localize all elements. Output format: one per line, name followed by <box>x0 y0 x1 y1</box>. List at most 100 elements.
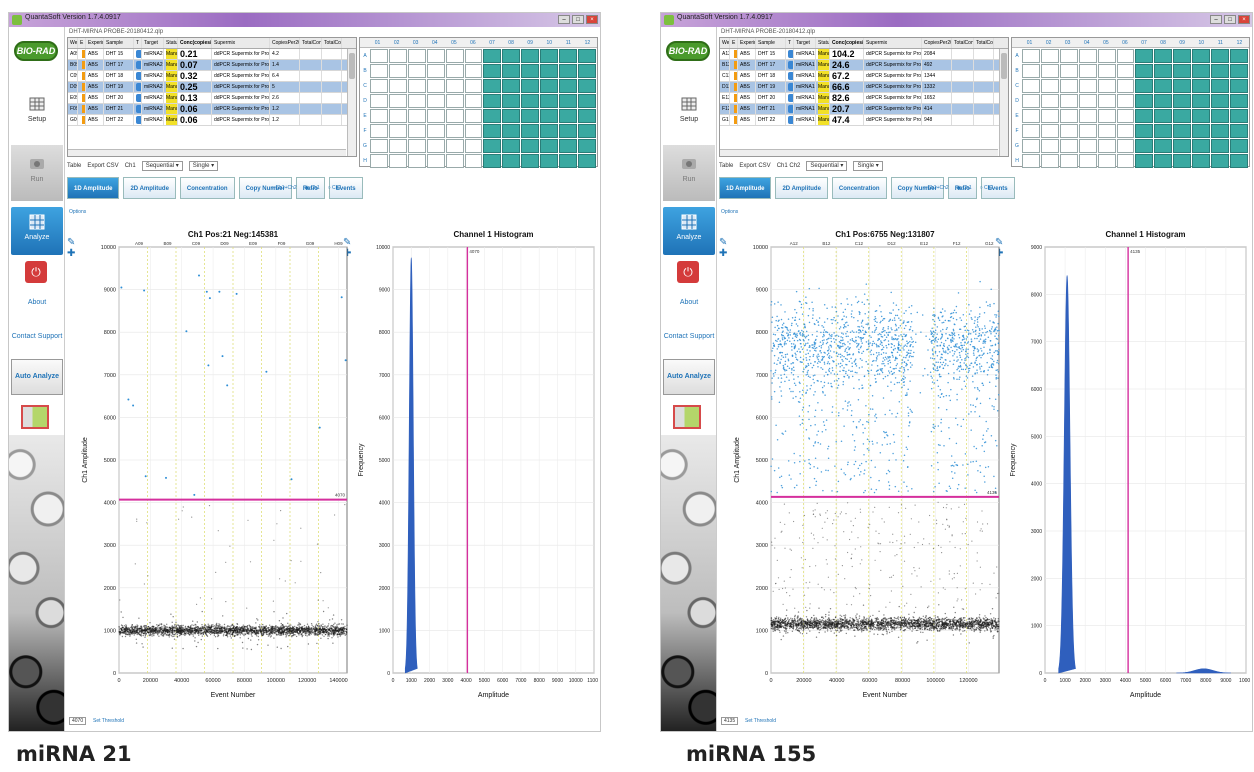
tab-concentration[interactable]: Concentration <box>831 177 887 199</box>
plate-row-label[interactable]: E <box>361 109 369 123</box>
about-link[interactable]: About <box>663 299 715 306</box>
plate-well[interactable] <box>407 139 426 153</box>
plate-well[interactable] <box>1040 139 1059 153</box>
plate-well[interactable] <box>1097 124 1116 138</box>
plate-well[interactable] <box>464 94 483 108</box>
plate-well[interactable] <box>483 94 502 108</box>
minimize-button[interactable]: – <box>558 15 570 24</box>
plate-well[interactable] <box>1230 139 1248 153</box>
channel-radio[interactable]: ○ Ch2 <box>980 185 994 191</box>
plate-well[interactable] <box>1078 49 1097 63</box>
plate-column-label[interactable]: 04 <box>425 38 444 47</box>
channel-radio[interactable]: ○ Ch1+Ch2 <box>271 185 297 191</box>
set-threshold-link[interactable]: Set Threshold <box>93 718 124 724</box>
maximize-button[interactable]: □ <box>1224 15 1236 24</box>
plate-well[interactable] <box>1116 64 1135 78</box>
column-header[interactable]: Target <box>794 38 816 48</box>
plate-well[interactable] <box>559 79 578 93</box>
plate-well[interactable] <box>1022 109 1040 123</box>
plate-well[interactable] <box>445 64 464 78</box>
plate-column-label[interactable]: 02 <box>387 38 406 47</box>
plate-well[interactable] <box>426 64 445 78</box>
threshold-input[interactable]: 4070 <box>69 717 87 725</box>
column-header[interactable]: Status <box>816 38 830 48</box>
table-row[interactable]: C12ABSDHT 18miRNA155Manual67.2ddPCR Supe… <box>720 71 1008 82</box>
plate-well[interactable] <box>426 49 445 63</box>
plate-well[interactable] <box>1059 109 1078 123</box>
plate-well[interactable] <box>483 139 502 153</box>
about-link[interactable]: About <box>11 299 63 306</box>
plate-well[interactable] <box>1135 109 1154 123</box>
plate-well[interactable] <box>1211 94 1230 108</box>
plate-well[interactable] <box>1192 109 1211 123</box>
plate-well[interactable] <box>1192 94 1211 108</box>
plate-well[interactable] <box>540 64 559 78</box>
plate-well[interactable] <box>1022 79 1040 93</box>
plate-well[interactable] <box>1022 64 1040 78</box>
run-button[interactable]: Run <box>11 145 63 201</box>
plate-well[interactable] <box>1097 94 1116 108</box>
plate-well[interactable] <box>1173 109 1192 123</box>
column-header[interactable]: T <box>134 38 142 48</box>
plate-well[interactable] <box>1022 94 1040 108</box>
plate-well[interactable] <box>502 79 521 93</box>
plate-well[interactable] <box>483 49 502 63</box>
plate-well[interactable] <box>559 64 578 78</box>
stop-icon[interactable]: ⏻ <box>677 261 699 283</box>
plate-well[interactable] <box>502 139 521 153</box>
plate-well[interactable] <box>521 109 540 123</box>
plate-well[interactable] <box>370 154 388 168</box>
plate-well[interactable] <box>388 79 407 93</box>
options-link[interactable]: Options <box>721 209 738 215</box>
plate-column-label[interactable]: 08 <box>502 38 521 47</box>
table-row[interactable]: B09ABSDHT 17miRNA21Manual0.07ddPCR Super… <box>68 60 356 71</box>
column-header[interactable]: Target <box>142 38 164 48</box>
plate-well[interactable] <box>578 79 596 93</box>
plate-well[interactable] <box>1059 79 1078 93</box>
contact-support-link[interactable]: Contact Support <box>11 333 63 340</box>
auto-analyze-button[interactable]: Auto Analyze <box>663 359 715 395</box>
column-header[interactable]: E <box>78 38 86 48</box>
plate-well[interactable] <box>1116 94 1135 108</box>
stop-icon[interactable]: ⏻ <box>25 261 47 283</box>
plate-well[interactable] <box>483 64 502 78</box>
plate-column-label[interactable]: 01 <box>1020 38 1039 47</box>
tab-1d-amplitude[interactable]: 1D Amplitude <box>719 177 772 199</box>
plate-column-label[interactable]: 09 <box>521 38 540 47</box>
plate-row-label[interactable]: C <box>1013 79 1021 93</box>
plate-column-label[interactable]: 10 <box>540 38 559 47</box>
close-button[interactable]: × <box>1238 15 1250 24</box>
column-header[interactable]: Well <box>68 38 78 48</box>
plate-well[interactable] <box>1230 94 1248 108</box>
plate-well[interactable] <box>1116 139 1135 153</box>
setup-button[interactable]: Setup <box>663 81 715 141</box>
plate-well[interactable] <box>1059 124 1078 138</box>
plate-well[interactable] <box>1059 64 1078 78</box>
column-header[interactable]: Well <box>720 38 730 48</box>
minimize-button[interactable]: – <box>1210 15 1222 24</box>
layout-icon[interactable] <box>21 405 49 429</box>
plate-well[interactable] <box>559 94 578 108</box>
plate-well[interactable] <box>1230 79 1248 93</box>
plate-well[interactable] <box>1230 49 1248 63</box>
plate-well[interactable] <box>483 79 502 93</box>
plate-well[interactable] <box>370 94 388 108</box>
plate-well[interactable] <box>464 109 483 123</box>
plate-row-label[interactable]: G <box>1013 139 1021 153</box>
plate-well[interactable] <box>1211 64 1230 78</box>
plate-well[interactable] <box>540 109 559 123</box>
plate-well[interactable] <box>1097 49 1116 63</box>
plate-well[interactable] <box>445 79 464 93</box>
plate-well[interactable] <box>445 109 464 123</box>
plate-well[interactable] <box>521 124 540 138</box>
channel-radio[interactable]: ◉ Ch1 <box>957 185 972 191</box>
plate-well[interactable] <box>521 94 540 108</box>
plate-row-label[interactable]: F <box>1013 124 1021 138</box>
plate-well[interactable] <box>1022 49 1040 63</box>
plate-well[interactable] <box>1211 79 1230 93</box>
plate-well[interactable] <box>540 94 559 108</box>
plate-well[interactable] <box>370 139 388 153</box>
plate-well[interactable] <box>1022 139 1040 153</box>
table-row[interactable]: D12ABSDHT 19miRNA155Manual66.6ddPCR Supe… <box>720 82 1008 93</box>
plate-well[interactable] <box>1116 154 1135 168</box>
